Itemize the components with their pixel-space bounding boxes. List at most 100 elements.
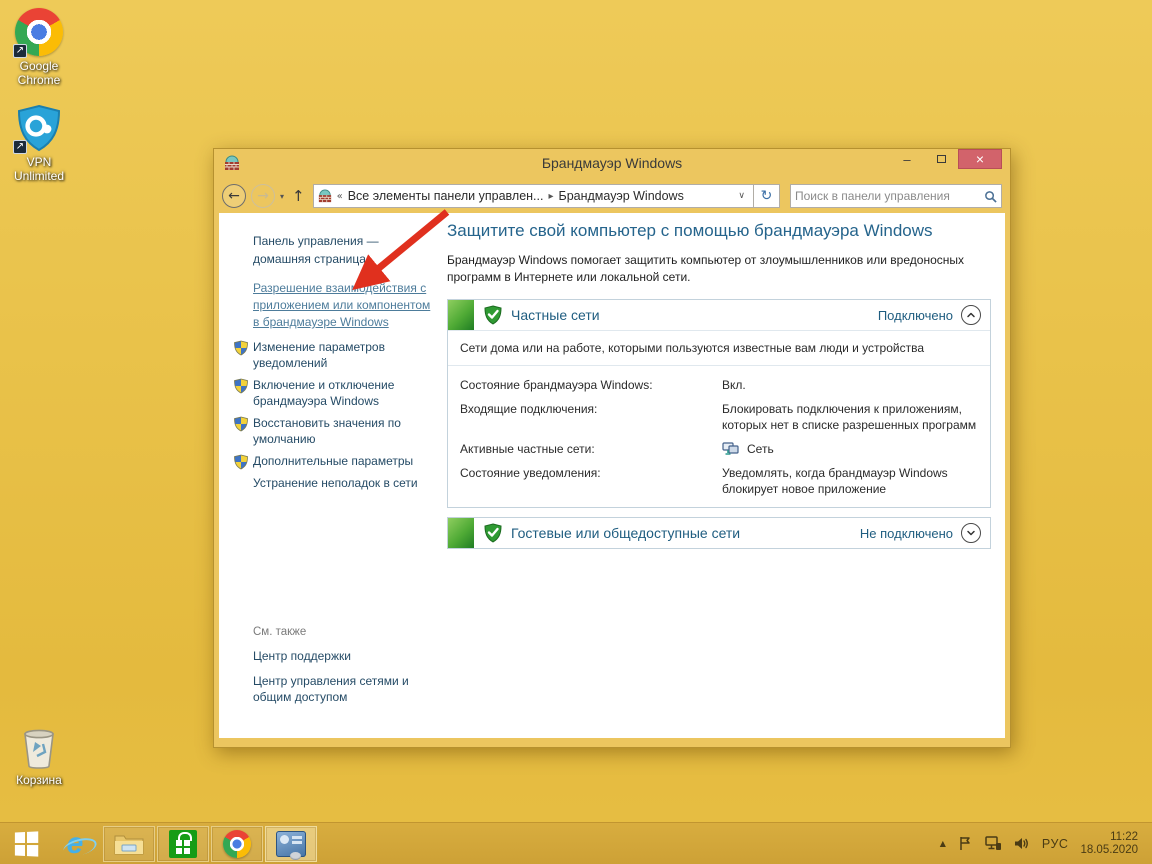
sidebar-home-link[interactable]: Панель управления — домашняя страница bbox=[253, 232, 431, 268]
taskbar-store-button[interactable] bbox=[157, 826, 209, 862]
desktop-icon-google-chrome[interactable]: ↗ Google Chrome bbox=[0, 8, 78, 87]
uac-shield-icon bbox=[233, 416, 249, 436]
private-networks-panel: Частные сети Подключено Сети дома или на… bbox=[447, 299, 991, 508]
system-tray: ▲ РУС 11:22 bbox=[940, 831, 1148, 857]
private-networks-details: Состояние брандмауэра Windows: Вкл. Вход… bbox=[448, 365, 990, 507]
expand-button[interactable] bbox=[961, 523, 981, 543]
detail-value: Блокировать подключения к приложениям, к… bbox=[722, 401, 978, 433]
detail-value: Сеть bbox=[747, 441, 774, 457]
taskbar-chrome-button[interactable] bbox=[211, 826, 263, 862]
desktop-background: ↗ Google Chrome ↗ VPN Unlimited Корзина bbox=[0, 0, 1152, 864]
chevron-up-icon bbox=[966, 310, 976, 320]
detail-row-firewall-state: Состояние брандмауэра Windows: Вкл. bbox=[448, 371, 990, 395]
up-button[interactable]: ↑ bbox=[289, 187, 308, 205]
detail-row-active-networks: Активные частные сети: Сеть bbox=[448, 435, 990, 459]
desktop-icon-label: VPN Unlimited bbox=[0, 155, 78, 183]
sidebar-item-troubleshoot: Устранение неполадок в сети bbox=[253, 475, 431, 491]
private-networks-header[interactable]: Частные сети Подключено bbox=[448, 300, 990, 330]
volume-icon[interactable] bbox=[1014, 836, 1030, 851]
file-explorer-icon bbox=[114, 832, 144, 856]
sidebar-item-label[interactable]: Изменение параметров уведомлений bbox=[253, 340, 385, 370]
detail-value: Вкл. bbox=[722, 377, 978, 393]
clock-time: 11:22 bbox=[1080, 831, 1138, 844]
private-networks-title[interactable]: Частные сети bbox=[511, 307, 600, 323]
detail-row-notification-state: Состояние уведомления: Уведомлять, когда… bbox=[448, 459, 990, 499]
desktop-icon-vpn-unlimited[interactable]: ↗ VPN Unlimited bbox=[0, 104, 78, 183]
detail-row-incoming-connections: Входящие подключения: Блокировать подклю… bbox=[448, 395, 990, 435]
clock-date: 18.05.2020 bbox=[1080, 844, 1138, 857]
windows-logo-icon bbox=[15, 831, 38, 856]
page-description: Брандмауэр Windows помогает защитить ком… bbox=[447, 252, 991, 286]
network-tray-icon[interactable] bbox=[985, 836, 1002, 851]
firewall-address-icon bbox=[318, 189, 332, 203]
breadcrumb-separator-icon: ▸ bbox=[548, 191, 553, 202]
close-button[interactable]: × bbox=[958, 149, 1002, 169]
detail-label: Входящие подключения: bbox=[460, 401, 722, 433]
back-button[interactable]: ← bbox=[222, 184, 246, 208]
search-box[interactable] bbox=[790, 184, 1002, 208]
sidebar-allow-app-link[interactable]: Разрешение взаимодействия с приложением … bbox=[253, 280, 431, 331]
detail-label: Состояние уведомления: bbox=[460, 465, 722, 497]
detail-label: Активные частные сети: bbox=[460, 441, 722, 457]
desktop-icon-label: Google Chrome bbox=[0, 59, 78, 87]
desktop-icon-label: Корзина bbox=[0, 773, 78, 787]
taskbar: e ▲ bbox=[0, 822, 1152, 864]
taskbar-internet-explorer-button[interactable]: e bbox=[49, 826, 101, 862]
start-button[interactable] bbox=[4, 823, 48, 864]
sidebar-item-change-notifications: Изменение параметров уведомлений bbox=[253, 339, 431, 371]
sidebar-item-turn-on-off: Включение и отключение брандмауэра Windo… bbox=[253, 377, 431, 409]
shortcut-arrow-icon: ↗ bbox=[13, 140, 27, 154]
chevron-down-icon bbox=[966, 528, 976, 538]
chrome-icon bbox=[223, 830, 251, 858]
shortcut-arrow-icon: ↗ bbox=[13, 44, 27, 58]
uac-shield-icon bbox=[233, 340, 249, 360]
breadcrumb-prefix-icon: « bbox=[337, 191, 343, 202]
green-shield-check-icon bbox=[483, 305, 503, 325]
see-also-network-center-link[interactable]: Центр управления сетями и общим доступом bbox=[253, 673, 427, 705]
page-title: Защитите свой компьютер с помощью брандм… bbox=[447, 221, 991, 241]
recent-pages-dropdown-icon[interactable]: ▾ bbox=[280, 192, 284, 201]
status-green-bar bbox=[448, 518, 474, 548]
maximize-button[interactable] bbox=[924, 149, 958, 169]
uac-shield-icon bbox=[233, 378, 249, 398]
detail-value: Уведомлять, когда брандмауэр Windows бло… bbox=[722, 465, 978, 497]
taskbar-file-explorer-button[interactable] bbox=[103, 826, 155, 862]
sidebar-item-restore-defaults: Восстановить значения по умолчанию bbox=[253, 415, 431, 447]
guest-networks-header[interactable]: Гостевые или общедоступные сети Не подкл… bbox=[448, 518, 990, 548]
address-dropdown-icon[interactable]: ∨ bbox=[734, 191, 749, 201]
taskbar-control-panel-button[interactable] bbox=[265, 826, 317, 862]
refresh-button[interactable]: ↻ bbox=[754, 184, 780, 208]
sidebar: Панель управления — домашняя страница Ра… bbox=[219, 213, 435, 738]
control-panel-icon bbox=[276, 831, 306, 857]
green-shield-check-icon bbox=[483, 523, 503, 543]
collapse-button[interactable] bbox=[961, 305, 981, 325]
main-pane: Защитите свой компьютер с помощью брандм… bbox=[435, 213, 1005, 738]
breadcrumb-current[interactable]: Брандмауэр Windows bbox=[559, 189, 684, 203]
action-center-flag-icon[interactable] bbox=[958, 836, 973, 851]
breadcrumb-all-items[interactable]: Все элементы панели управлен... bbox=[348, 189, 544, 203]
guest-networks-status: Не подключено bbox=[860, 526, 953, 541]
forward-button[interactable]: → bbox=[251, 184, 275, 208]
sidebar-item-advanced-settings: Дополнительные параметры bbox=[253, 453, 431, 469]
address-bar[interactable]: « Все элементы панели управлен... ▸ Бран… bbox=[313, 184, 754, 208]
title-bar: Брандмауэр Windows – × bbox=[214, 149, 1010, 179]
search-icon bbox=[984, 190, 997, 203]
minimize-button[interactable]: – bbox=[890, 149, 924, 169]
tray-expand-icon[interactable]: ▲ bbox=[940, 839, 946, 848]
private-networks-status: Подключено bbox=[878, 308, 953, 323]
sidebar-item-label[interactable]: Восстановить значения по умолчанию bbox=[253, 416, 401, 446]
sidebar-item-label[interactable]: Устранение неполадок в сети bbox=[253, 476, 418, 490]
desktop-icon-recycle-bin[interactable]: Корзина bbox=[0, 726, 78, 787]
see-also-action-center-link[interactable]: Центр поддержки bbox=[253, 648, 427, 664]
language-indicator[interactable]: РУС bbox=[1042, 837, 1069, 851]
see-also-header: См. также bbox=[253, 626, 427, 638]
uac-shield-icon bbox=[233, 454, 249, 474]
sidebar-item-label[interactable]: Дополнительные параметры bbox=[253, 454, 413, 468]
internet-explorer-icon: e bbox=[67, 830, 84, 858]
search-input[interactable] bbox=[795, 189, 984, 203]
status-green-bar bbox=[448, 300, 474, 330]
sidebar-item-label[interactable]: Включение и отключение брандмауэра Windo… bbox=[253, 378, 394, 408]
guest-networks-title[interactable]: Гостевые или общедоступные сети bbox=[511, 525, 740, 541]
network-icon bbox=[722, 441, 739, 456]
clock[interactable]: 11:22 18.05.2020 bbox=[1080, 831, 1138, 857]
